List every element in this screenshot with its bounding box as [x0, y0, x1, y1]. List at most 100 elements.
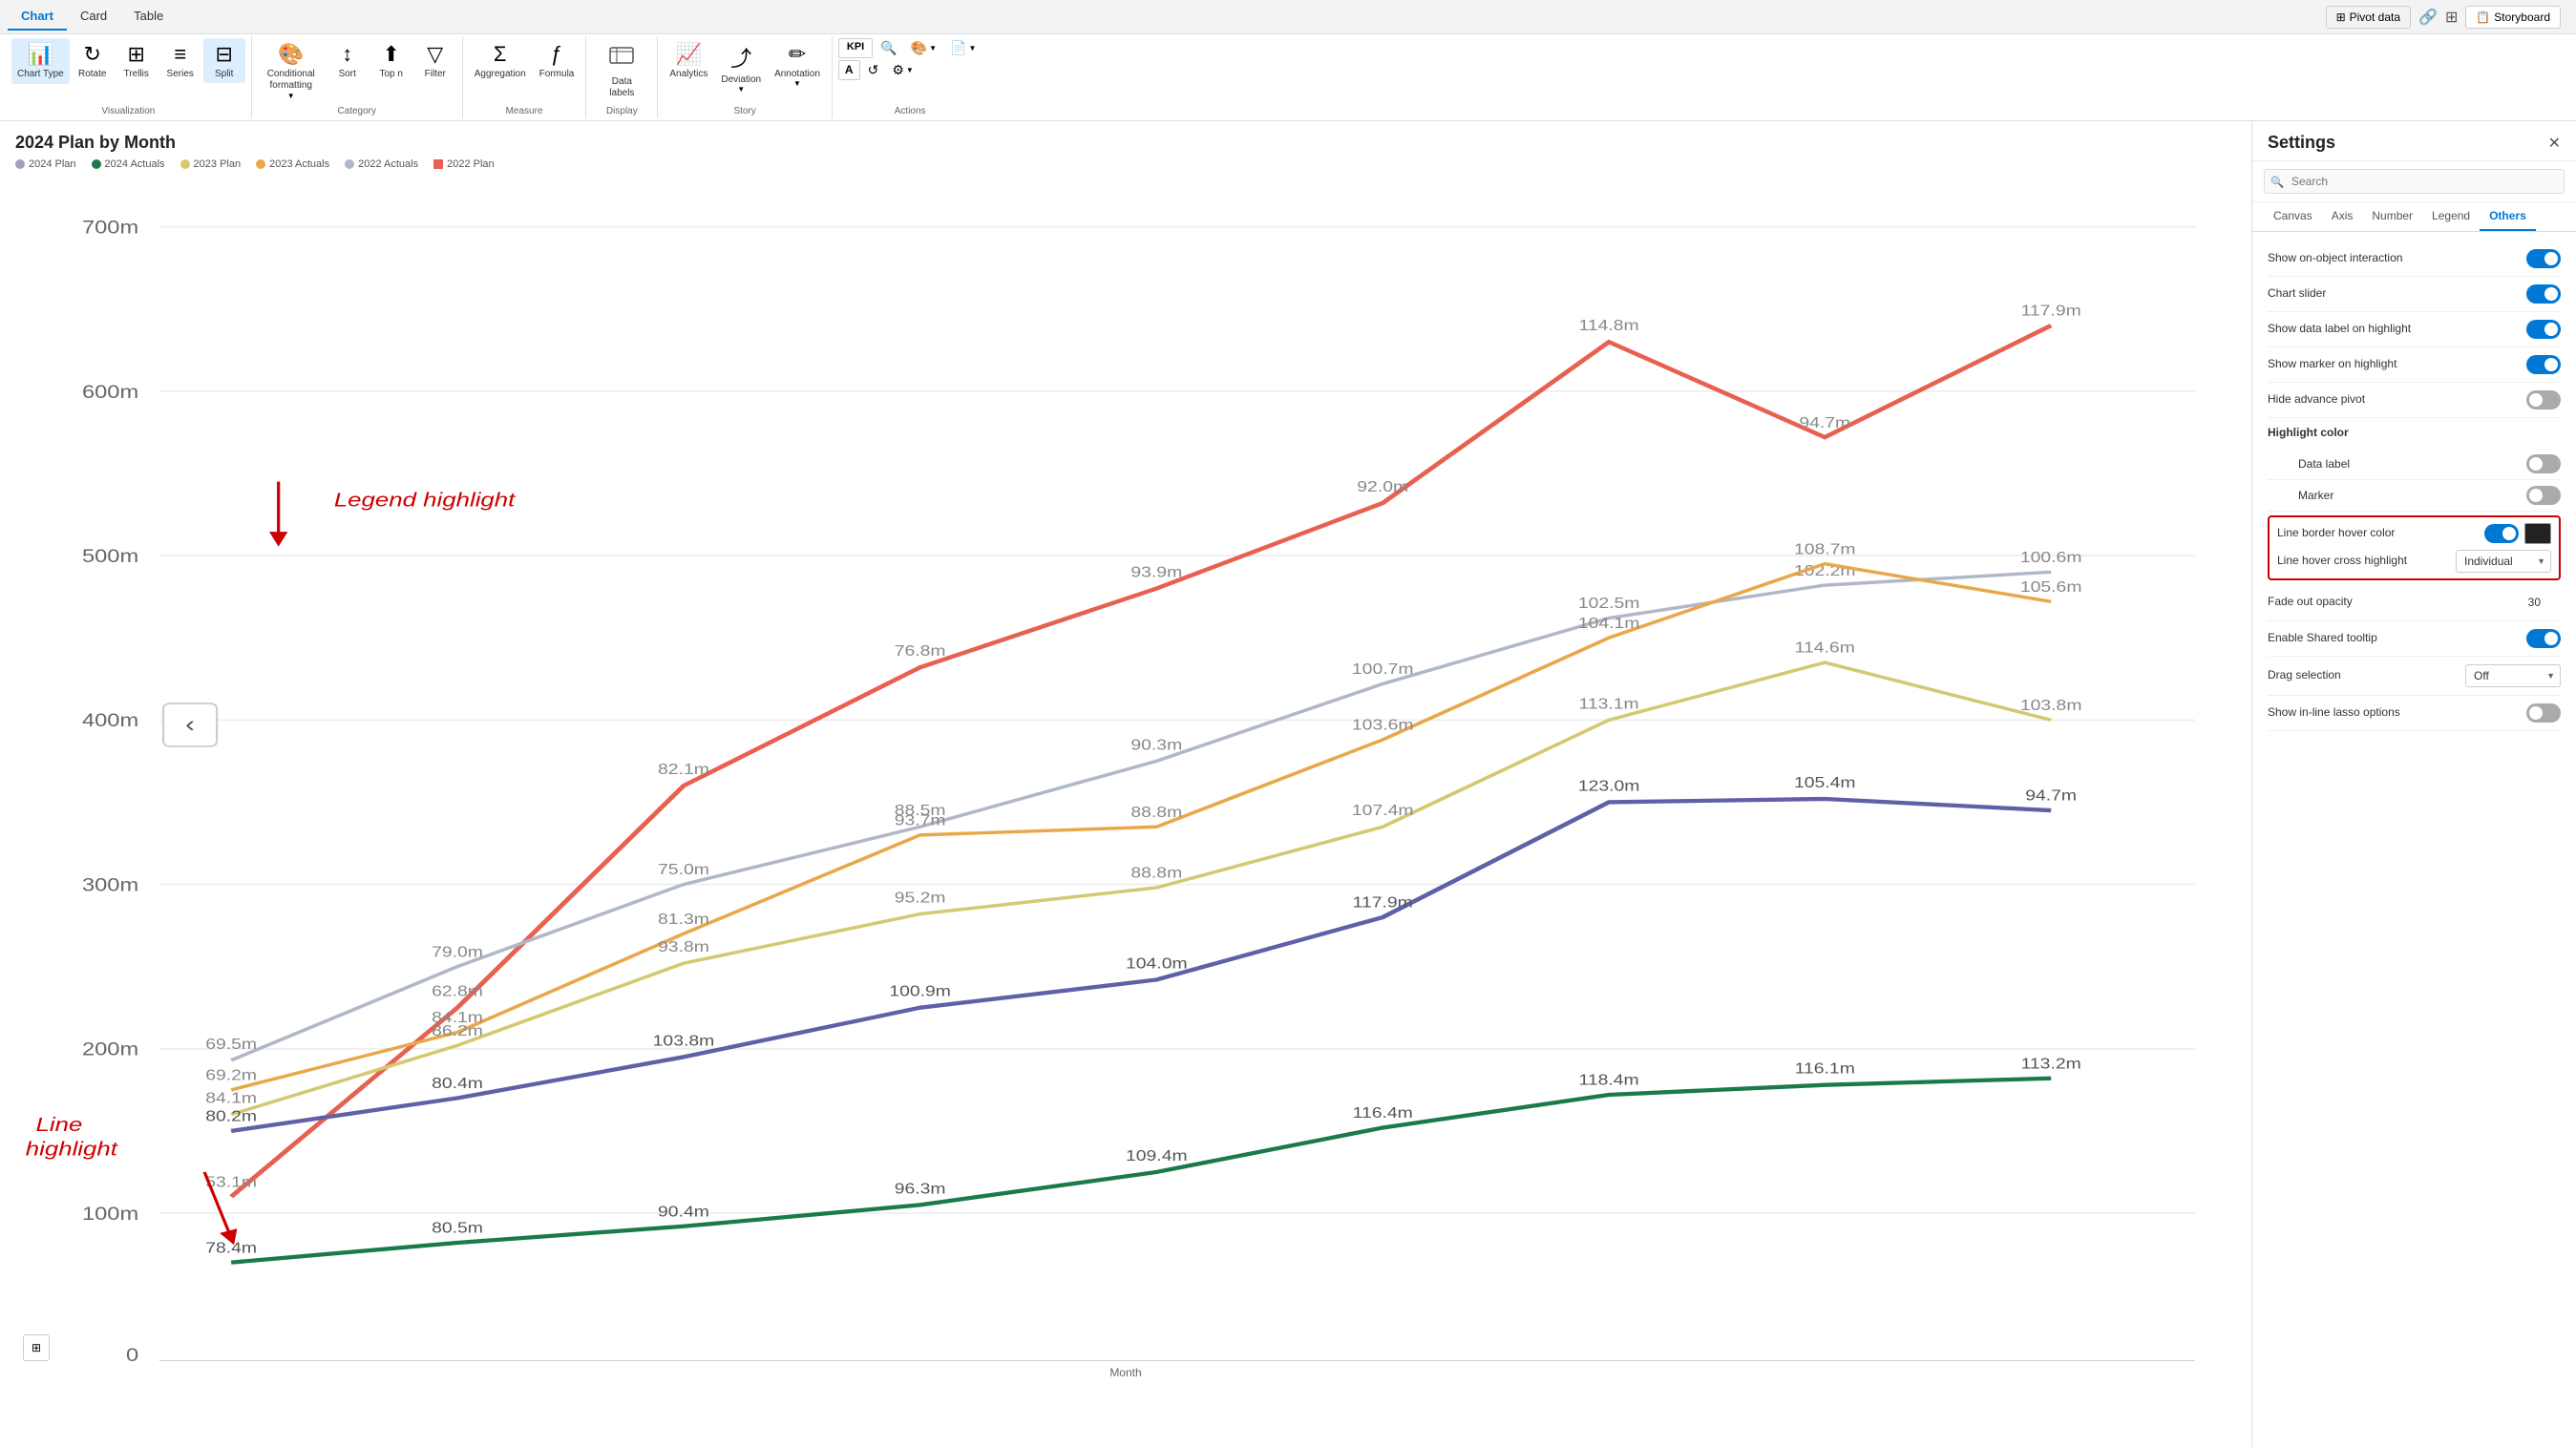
svg-text:69.5m: 69.5m [205, 1036, 257, 1053]
drag-selection-select[interactable]: Off On [2465, 664, 2561, 687]
svg-text:93.9m: 93.9m [1130, 563, 1182, 580]
svg-text:93.8m: 93.8m [658, 938, 709, 955]
chart-type-icon: 📊 [28, 42, 53, 67]
aggregation-icon: Σ [494, 42, 507, 67]
svg-text:100.7m: 100.7m [1352, 661, 1414, 678]
export-button[interactable]: 📄 ▼ [944, 38, 982, 58]
data-labels-button[interactable]: Data labels [592, 38, 651, 103]
series-button[interactable]: ≡ Series [159, 38, 201, 83]
setting-label-inline-lasso: Show in-line lasso options [2268, 705, 2400, 721]
deviation-button[interactable]: ⤴ Deviation ▼ [715, 38, 767, 97]
line-border-color-swatch[interactable] [2524, 523, 2551, 544]
kpi-button[interactable]: KPI [838, 38, 873, 58]
drag-selection-wrapper[interactable]: Off On [2465, 664, 2561, 687]
svg-text:82.1m: 82.1m [658, 761, 709, 778]
pivot-icon: ⊞ [2336, 10, 2346, 24]
legend-item-2024plan[interactable]: 2024 Plan [15, 158, 76, 170]
deviation-icon: ⤴ [730, 42, 751, 73]
line-hover-cross-select[interactable]: Individual All [2456, 550, 2551, 573]
grid-icon[interactable]: ⊞ [2445, 8, 2458, 27]
legend-item-2023actuals[interactable]: 2023 Actuals [256, 158, 329, 170]
svg-text:80.5m: 80.5m [432, 1220, 483, 1237]
settings-ribbon-button[interactable]: ⚙ ▼ [886, 60, 918, 80]
filter-button[interactable]: ▽ Filter [414, 38, 456, 83]
legend-item-2022plan[interactable]: 2022 Plan [433, 158, 495, 170]
settings-tab-axis[interactable]: Axis [2322, 202, 2363, 231]
cond-format-icon: 🎨 [278, 42, 304, 67]
setting-hide-advance-pivot: Hide advance pivot [2268, 383, 2561, 418]
trellis-button[interactable]: ⊞ Trellis [116, 38, 158, 83]
legend-item-2023plan[interactable]: 2023 Plan [180, 158, 242, 170]
top-tabs-bar: Chart Card Table ⊞ Pivot data 🔗 ⊞ 📋 Stor… [0, 0, 2576, 34]
line-2023actuals[interactable] [231, 564, 2051, 1090]
line-hover-cross-select-wrapper[interactable]: Individual All [2456, 550, 2551, 573]
category-label: Category [337, 104, 376, 116]
legend-item-2024actuals[interactable]: 2024 Actuals [92, 158, 165, 170]
line-2023plan[interactable] [231, 662, 2051, 1115]
conditional-formatting-button[interactable]: 🎨 Conditional formatting ▼ [258, 38, 325, 104]
toggle-data-label-sub[interactable] [2526, 454, 2561, 473]
svg-text:92.0m: 92.0m [1357, 478, 1408, 495]
toggle-line-border-hover[interactable] [2484, 524, 2519, 543]
aggregation-button[interactable]: Σ Aggregation [469, 38, 532, 83]
toggle-show-on-object[interactable] [2526, 249, 2561, 268]
setting-label-highlight-color: Highlight color [2268, 426, 2349, 441]
toggle-data-label-highlight[interactable] [2526, 320, 2561, 339]
annotation-button[interactable]: ✏ Annotation ▼ [769, 38, 826, 92]
svg-text:118.4m: 118.4m [1579, 1072, 1639, 1089]
settings-close-button[interactable]: ✕ [2548, 134, 2561, 153]
palette-icon: 🎨 [911, 40, 927, 56]
visualization-label: Visualization [101, 104, 155, 116]
deviation-chevron: ▼ [737, 85, 745, 94]
svg-text:116.1m: 116.1m [1795, 1059, 1855, 1077]
rotate-button[interactable]: ↻ Rotate [72, 38, 114, 83]
settings-tab-others[interactable]: Others [2480, 202, 2536, 231]
text-size-button[interactable]: A [838, 60, 860, 80]
fade-out-opacity-input[interactable] [2513, 592, 2561, 613]
top-n-button[interactable]: ⬆ Top n [370, 38, 412, 83]
svg-text:‹: ‹ [185, 710, 195, 736]
settings-tab-canvas[interactable]: Canvas [2264, 202, 2322, 231]
search-button[interactable]: 🔍 [875, 38, 902, 58]
palette-button[interactable]: 🎨 ▼ [905, 38, 942, 58]
formula-button[interactable]: ƒ Formula [534, 38, 581, 83]
settings-tab-number[interactable]: Number [2362, 202, 2422, 231]
ribbon-group-display: Data labels Display [586, 36, 658, 118]
toggle-marker-sub[interactable] [2526, 486, 2561, 505]
toggle-hide-advance-pivot[interactable] [2526, 390, 2561, 409]
svg-text:104.0m: 104.0m [1126, 954, 1188, 972]
annotation-chevron: ▼ [793, 79, 801, 88]
split-button[interactable]: ⊟ Split [203, 38, 245, 83]
data-labels-icon [608, 42, 635, 74]
svg-text:113.2m: 113.2m [2021, 1055, 2081, 1072]
line-2022plan[interactable] [231, 325, 2051, 1197]
svg-text:113.1m: 113.1m [1579, 695, 1639, 712]
legend-label-2024actuals: 2024 Actuals [105, 158, 165, 170]
tab-table[interactable]: Table [120, 3, 177, 31]
cond-format-chevron: ▼ [287, 92, 295, 100]
story-label: Story [733, 104, 755, 116]
svg-text:Line: Line [36, 1113, 83, 1135]
toggle-shared-tooltip[interactable] [2526, 629, 2561, 648]
toggle-inline-lasso[interactable] [2526, 703, 2561, 723]
setting-shared-tooltip: Enable Shared tooltip [2268, 621, 2561, 657]
link-icon[interactable]: 🔗 [2418, 8, 2438, 27]
storyboard-button[interactable]: 📋 Storyboard [2465, 6, 2561, 29]
setting-label-data-label-sub: Data label [2283, 457, 2350, 471]
settings-search-input[interactable] [2264, 169, 2565, 194]
legend-item-2022actuals[interactable]: 2022 Actuals [345, 158, 418, 170]
analytics-button[interactable]: 📈 Analytics [664, 38, 713, 83]
chart-bottom-icon[interactable]: ⊞ [23, 1334, 50, 1361]
settings-tab-legend[interactable]: Legend [2422, 202, 2480, 231]
toggle-marker-highlight[interactable] [2526, 355, 2561, 374]
chart-type-button[interactable]: 📊 Chart Type [11, 38, 70, 84]
sort-button[interactable]: ↕ Sort [327, 38, 369, 83]
tab-chart[interactable]: Chart [8, 3, 67, 31]
tab-card[interactable]: Card [67, 3, 120, 31]
refresh-button[interactable]: ↺ [862, 60, 885, 80]
pivot-data-button[interactable]: ⊞ Pivot data [2326, 6, 2411, 29]
toggle-chart-slider[interactable] [2526, 284, 2561, 304]
line-2024actuals[interactable] [231, 1079, 2051, 1263]
setting-marker-sub: Marker [2268, 480, 2561, 512]
svg-text:62.8m: 62.8m [432, 983, 483, 1000]
